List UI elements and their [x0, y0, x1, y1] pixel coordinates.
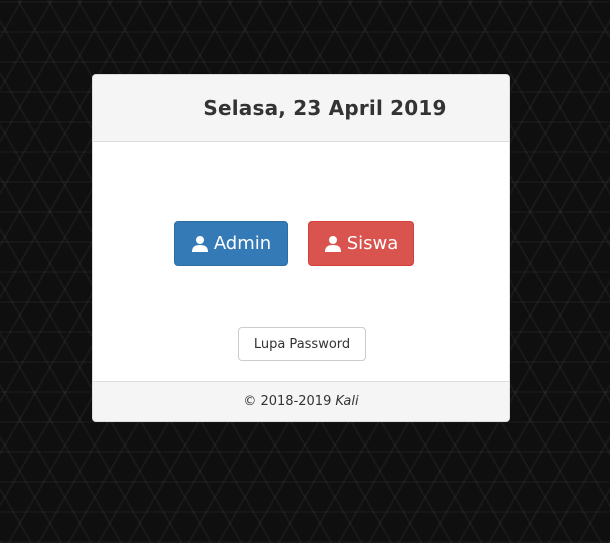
siswa-label: Siswa: [346, 233, 399, 254]
admin-button[interactable]: Admin: [174, 221, 288, 266]
date-title: Selasa, 23 April 2019: [203, 96, 447, 120]
forgot-password-button[interactable]: Lupa Password: [238, 327, 366, 361]
login-panel: Selasa, 23 April 2019 Admin Siswa Lupa P…: [92, 74, 510, 422]
user-icon: [324, 235, 342, 253]
author-name: Kali: [335, 394, 359, 409]
copyright-text: © 2018-2019: [243, 394, 332, 409]
panel-heading: Selasa, 23 April 2019: [93, 75, 509, 142]
panel-footer: © 2018-2019 Kali: [93, 381, 509, 421]
role-buttons: Admin Siswa: [93, 221, 509, 266]
admin-label: Admin: [213, 233, 272, 254]
siswa-button[interactable]: Siswa: [308, 221, 414, 266]
user-icon: [191, 235, 209, 253]
